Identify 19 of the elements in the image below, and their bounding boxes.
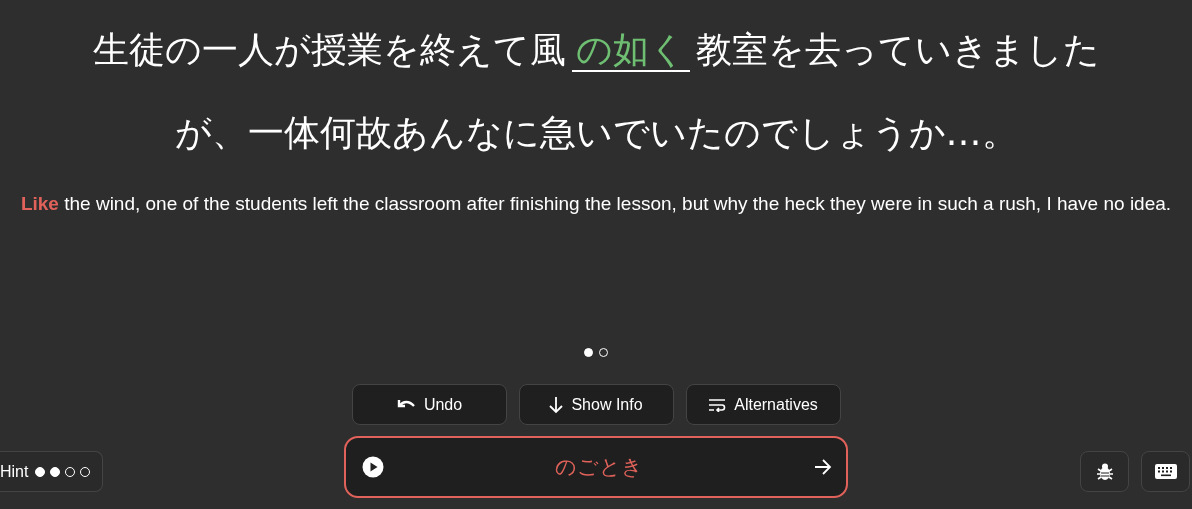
down-arrow-icon bbox=[549, 395, 564, 414]
play-icon[interactable] bbox=[362, 456, 384, 478]
alternatives-button[interactable]: Alternatives bbox=[685, 384, 841, 425]
sentence-text: 教室を去っていきました bbox=[695, 29, 1100, 70]
wrap-icon bbox=[708, 397, 727, 412]
sentence-text: が、一体何故あんなに急いでいたのでしょうか…。 bbox=[174, 112, 1018, 153]
sentence-text: 生徒の一人が授業を終えて風 bbox=[92, 29, 566, 70]
submit-arrow-icon[interactable] bbox=[814, 459, 832, 475]
translation-text: Like the wind, one of the students left the classroom after finishing the lesson, but why the heck they were in such a rush, I have no idea. bbox=[19, 192, 1173, 216]
bug-icon bbox=[1096, 462, 1113, 481]
info-button[interactable]: Show Info bbox=[518, 384, 674, 425]
bug-report-button[interactable] bbox=[1080, 451, 1129, 492]
hint-button[interactable]: Hint bbox=[0, 451, 104, 492]
keyboard-icon bbox=[1154, 464, 1177, 479]
answer-blank: の如く bbox=[571, 29, 690, 72]
keyboard-button[interactable] bbox=[1141, 451, 1190, 492]
page-dot[interactable] bbox=[584, 348, 593, 357]
undo-button[interactable]: Undo bbox=[351, 384, 507, 425]
answer-field[interactable]: のごとき bbox=[344, 436, 848, 498]
